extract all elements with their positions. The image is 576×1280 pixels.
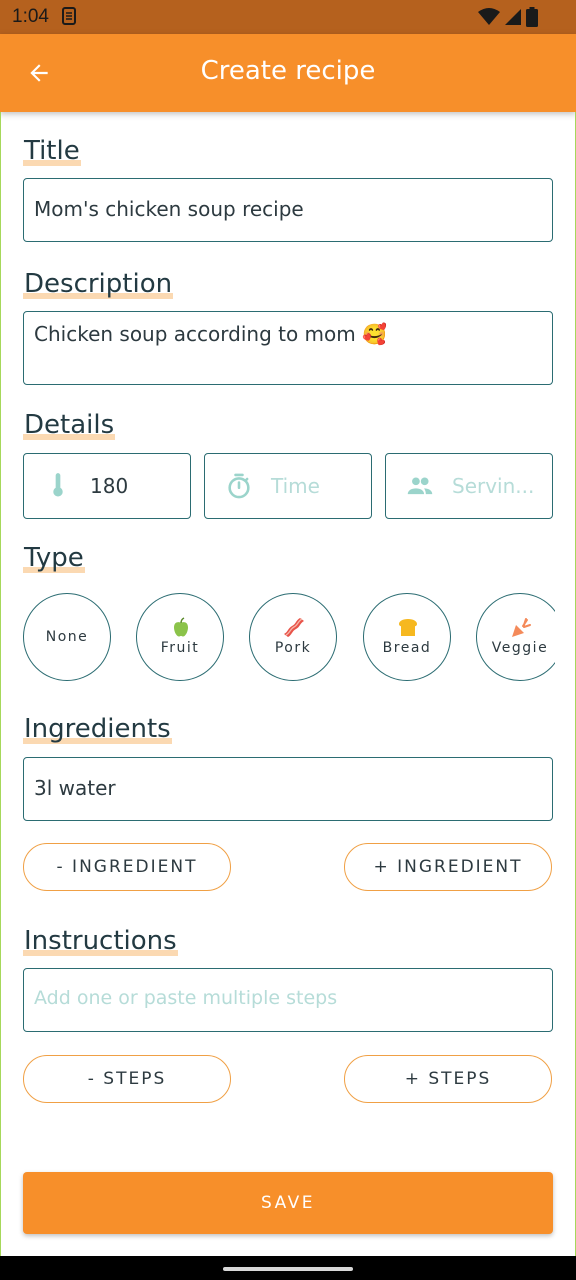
instructions-label-text: Instructions	[23, 926, 178, 956]
thermometer-icon	[53, 473, 63, 497]
add-ingredient-button[interactable]: + INGREDIENT	[344, 843, 552, 891]
ingredients-label-text: Ingredients	[23, 714, 172, 744]
save-button[interactable]: SAVE	[23, 1172, 553, 1234]
page-title: Create recipe	[200, 56, 376, 86]
sim-card-icon	[62, 7, 76, 25]
apple-icon	[174, 617, 188, 637]
type-option-pork[interactable]: Pork	[249, 593, 337, 681]
type-label-text: Type	[23, 543, 85, 573]
temperature-field[interactable]: 180	[23, 453, 191, 519]
bacon-icon	[284, 618, 304, 637]
description-label: Description	[23, 269, 174, 299]
title-input[interactable]: Mom's chicken soup recipe	[23, 178, 553, 242]
servings-placeholder: Servin...	[452, 474, 535, 498]
type-option-label: Veggie	[491, 640, 549, 656]
details-label-text: Details	[23, 410, 116, 440]
status-time: 1:04	[12, 6, 49, 27]
status-icons	[478, 7, 538, 27]
type-option-label: Bread	[382, 640, 432, 656]
title-label: Title	[23, 136, 81, 166]
type-option-bread[interactable]: Bread	[363, 593, 451, 681]
ingredient-input[interactable]: 3l water	[23, 757, 553, 821]
wifi-icon	[478, 8, 500, 25]
type-option-veggie[interactable]: Veggie	[476, 593, 555, 681]
type-option-fruit[interactable]: Fruit	[136, 593, 224, 681]
type-option-label: Fruit	[160, 640, 200, 656]
signal-icon	[505, 9, 521, 25]
home-handle[interactable]	[223, 1267, 353, 1271]
servings-field[interactable]: Servin...	[385, 453, 553, 519]
description-label-text: Description	[23, 269, 174, 299]
time-field[interactable]: Time	[204, 453, 372, 519]
description-input[interactable]: Chicken soup according to mom 🥰	[23, 311, 553, 385]
type-selector: None Fruit Pork Bread Veggie	[0, 585, 555, 695]
add-step-button[interactable]: + STEPS	[344, 1055, 552, 1103]
temperature-value: 180	[90, 474, 129, 498]
time-placeholder: Time	[271, 474, 320, 498]
carrot-icon	[512, 618, 531, 637]
app-bar: Create recipe	[0, 34, 576, 112]
instructions-input[interactable]: Add one or paste multiple steps	[23, 968, 553, 1032]
type-option-label: None	[45, 629, 89, 645]
status-bar: 1:04	[0, 0, 576, 34]
remove-step-button[interactable]: - STEPS	[23, 1055, 231, 1103]
instructions-label: Instructions	[23, 926, 178, 956]
ingredients-label: Ingredients	[23, 714, 172, 744]
timer-icon	[228, 473, 250, 499]
details-label: Details	[23, 410, 116, 440]
remove-ingredient-button[interactable]: - INGREDIENT	[23, 843, 231, 891]
type-option-none[interactable]: None	[23, 593, 111, 681]
battery-icon	[526, 7, 538, 27]
navigation-bar	[0, 1256, 576, 1280]
type-label: Type	[23, 543, 85, 573]
type-option-label: Pork	[274, 640, 312, 656]
bread-icon	[399, 619, 417, 636]
title-label-text: Title	[23, 136, 81, 166]
people-icon	[407, 477, 433, 495]
